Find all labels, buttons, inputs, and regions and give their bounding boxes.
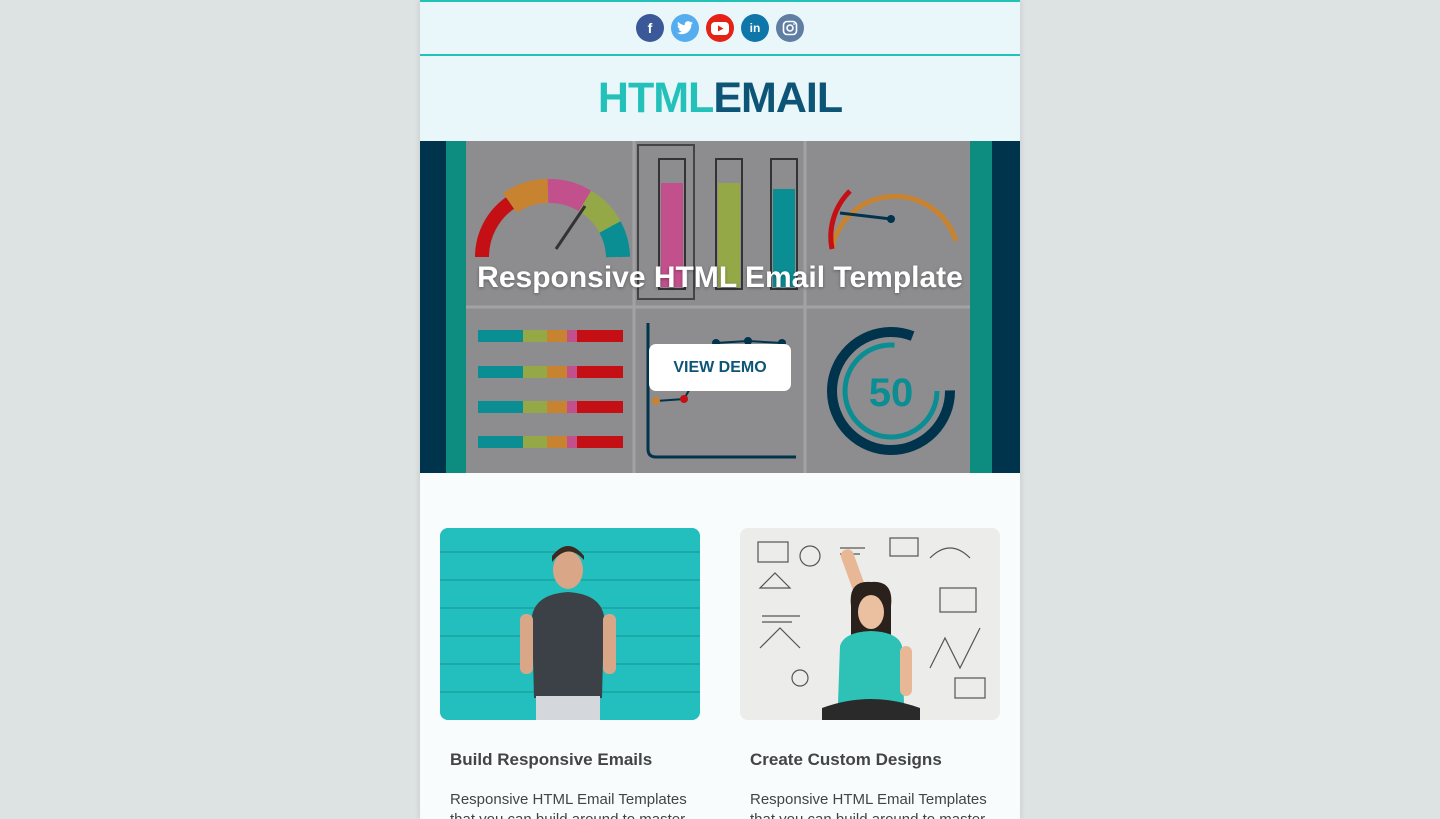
header: HTMLEMAIL	[420, 56, 1020, 141]
feature-1-title: Build Responsive Emails	[450, 750, 653, 769]
woman-photo[interactable]	[740, 528, 1000, 720]
man-photo[interactable]	[440, 528, 700, 720]
view-demo-button[interactable]: VIEW DEMO	[649, 344, 791, 391]
social-bar: f in	[420, 0, 1020, 56]
twitter-icon[interactable]	[671, 14, 699, 42]
feature-2-text: Responsive HTML Email Templates that you…	[750, 791, 987, 819]
feature-column-2: Create Custom Designs Responsive HTML Em…	[740, 528, 1000, 819]
youtube-icon[interactable]	[706, 14, 734, 42]
instagram-icon[interactable]	[776, 14, 804, 42]
hero-banner: 50 Responsive HTML Email Template VIEW D…	[420, 141, 1020, 473]
linkedin-icon[interactable]: in	[741, 14, 769, 42]
feature-columns: Build Responsive Emails Responsive HTML …	[440, 528, 1000, 819]
logo-html: HTML	[597, 74, 714, 122]
email-container: f in HTMLEMAIL 50 Responsive HTML Email …	[420, 0, 1020, 819]
hero-title: Responsive HTML Email Template	[477, 261, 963, 294]
logo-email: EMAIL	[713, 74, 843, 122]
logo[interactable]: HTMLEMAIL	[597, 74, 843, 122]
feature-1-text: Responsive HTML Email Templates that you…	[450, 791, 687, 819]
dashboard-illustration: 50	[446, 141, 992, 473]
facebook-icon[interactable]: f	[636, 14, 664, 42]
feature-column-1: Build Responsive Emails Responsive HTML …	[440, 528, 700, 819]
gauge-number: 50	[869, 371, 914, 415]
feature-2-title: Create Custom Designs	[750, 750, 942, 769]
